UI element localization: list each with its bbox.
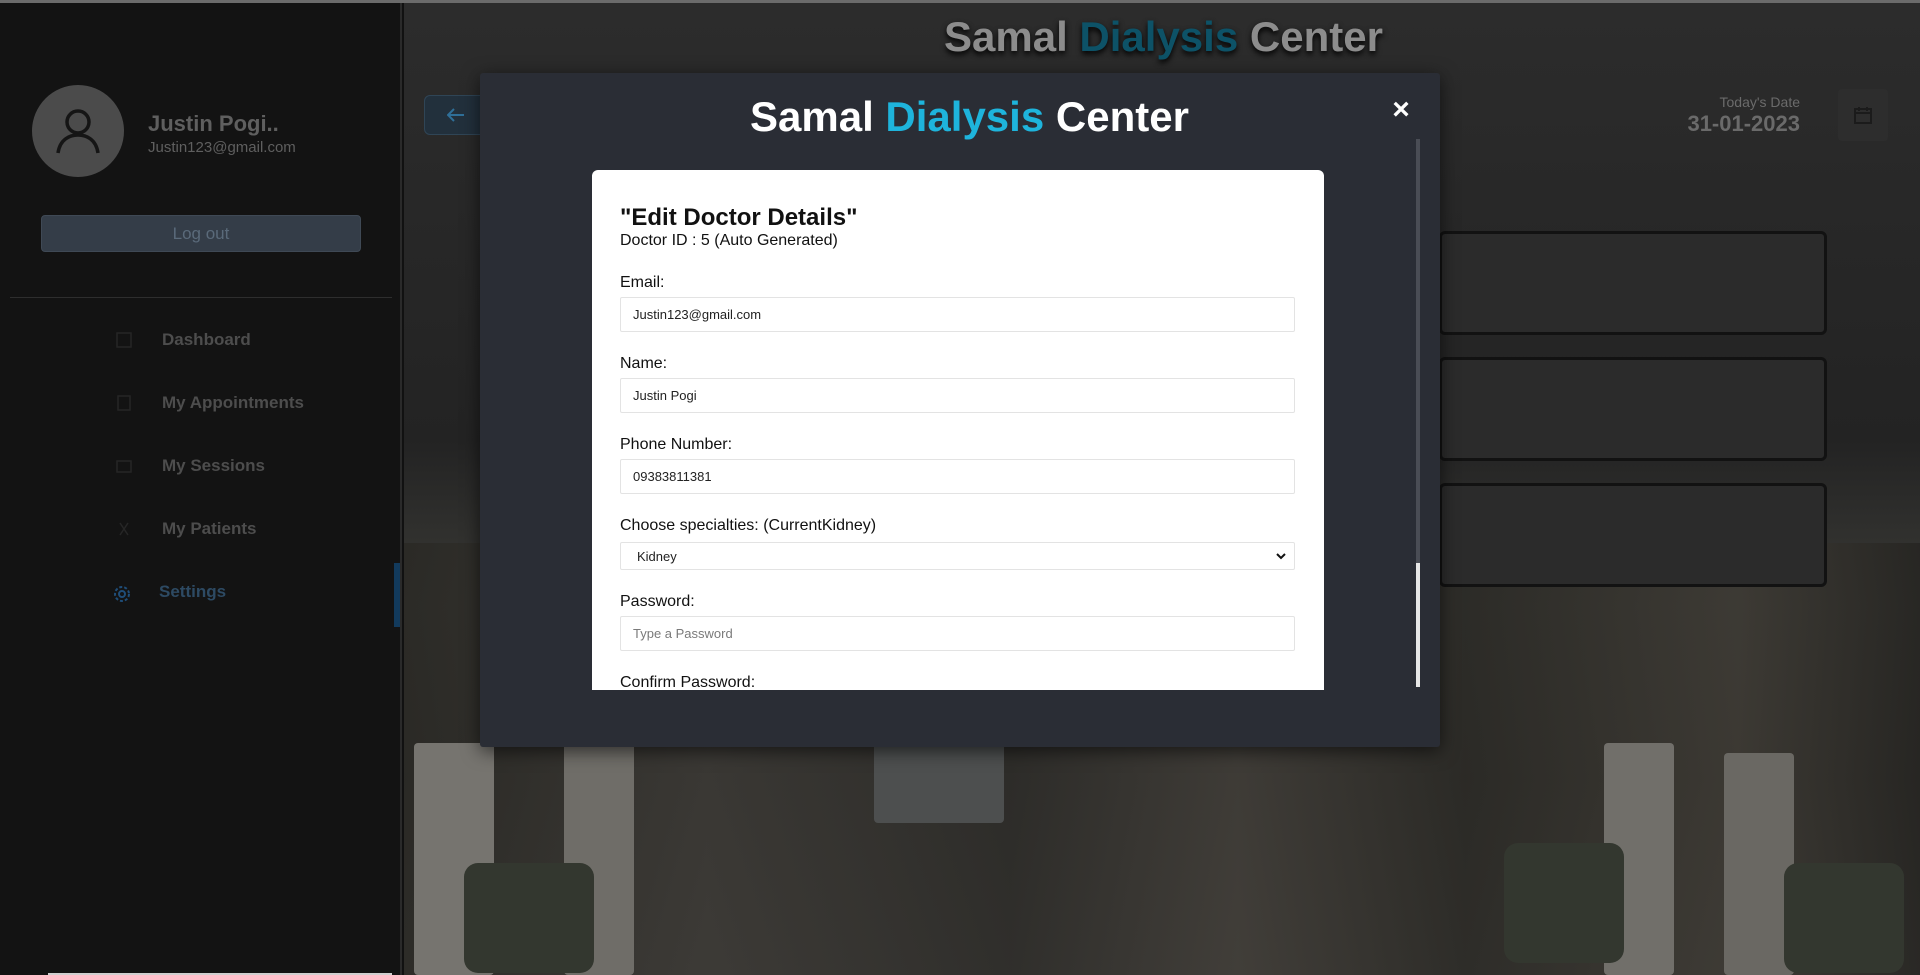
chevron-down-icon: [1276, 553, 1286, 560]
modal-title-part: Center: [1055, 93, 1189, 140]
name-label: Name:: [620, 355, 668, 372]
name-field[interactable]: [620, 378, 1295, 413]
phone-field[interactable]: [620, 459, 1295, 494]
confirm-password-label: Confirm Password:: [620, 674, 756, 690]
modal-title-accent: Dialysis: [885, 93, 1045, 140]
modal-title-part: Samal: [750, 93, 874, 140]
password-label: Password:: [620, 593, 695, 610]
modal-overlay: Samal Dialysis Center × "Edit Doctor Det…: [0, 0, 1920, 975]
email-label: Email:: [620, 274, 665, 291]
form-heading: "Edit Doctor Details": [620, 204, 858, 231]
modal-title: Samal Dialysis Center: [750, 93, 1189, 141]
edit-form: "Edit Doctor Details" Doctor ID : 5 (Aut…: [592, 170, 1324, 690]
modal-scrollbar-thumb[interactable]: [1416, 563, 1420, 687]
doctor-id-text: Doctor ID : 5 (Auto Generated): [620, 232, 838, 249]
edit-doctor-modal: Samal Dialysis Center × "Edit Doctor Det…: [480, 73, 1440, 747]
phone-label: Phone Number:: [620, 436, 733, 453]
specialty-selected-value: Kidney: [637, 548, 677, 564]
close-button[interactable]: ×: [1388, 95, 1414, 125]
email-field[interactable]: [620, 297, 1295, 332]
specialty-select[interactable]: Kidney: [620, 542, 1295, 570]
specialty-label: Choose specialties: (CurrentKidney): [620, 517, 877, 534]
password-field[interactable]: [620, 616, 1295, 651]
